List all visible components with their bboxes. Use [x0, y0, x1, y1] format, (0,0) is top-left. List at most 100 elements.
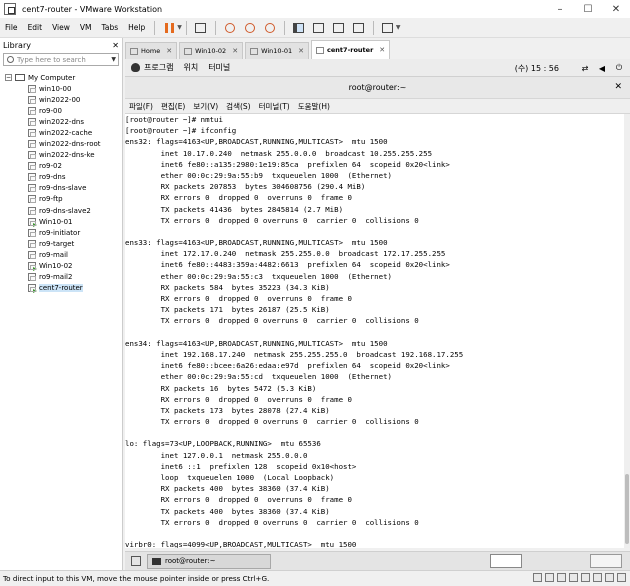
menu-view[interactable]: View	[47, 23, 75, 32]
unity-button[interactable]	[351, 20, 367, 36]
collapse-icon[interactable]: −	[5, 74, 12, 81]
status-message: To direct input to this VM, move the mou…	[3, 574, 270, 583]
snapshot-button[interactable]	[222, 20, 238, 36]
terminal-menu-terminal[interactable]: 터미널(T)	[255, 101, 294, 112]
tree-item[interactable]: ro9-00	[0, 105, 122, 116]
terminal-menu-view[interactable]: 보기(V)	[189, 101, 222, 112]
pause-button[interactable]	[161, 20, 177, 36]
close-icon[interactable]: ✕	[112, 41, 119, 50]
tree-item[interactable]: ro9-ftp	[0, 194, 122, 205]
close-icon[interactable]: ✕	[166, 47, 172, 55]
cd-rom-icon[interactable]	[545, 573, 554, 582]
unity-icon	[353, 22, 365, 33]
hard-disk-icon[interactable]	[533, 573, 542, 582]
usb-icon[interactable]	[593, 573, 602, 582]
tree-item[interactable]: ro9-dns-slave2	[0, 205, 122, 216]
tab-win10-01[interactable]: Win10-01 ✕	[245, 42, 310, 59]
snapshot-manager-button[interactable]	[262, 20, 278, 36]
pause-dropdown-icon[interactable]: ▼	[177, 24, 182, 31]
close-button[interactable]: ✕	[602, 0, 630, 18]
maximize-button[interactable]: ☐	[574, 0, 602, 18]
tree-item[interactable]: ro9-mail	[0, 249, 122, 260]
terminal-menu-search[interactable]: 검색(S)	[222, 101, 254, 112]
fullscreen-button[interactable]	[331, 20, 347, 36]
close-icon[interactable]: ✕	[232, 47, 238, 55]
tree-item[interactable]: ro9-dns-slave	[0, 183, 122, 194]
vm-icon	[28, 206, 36, 215]
close-icon[interactable]: ✕	[379, 46, 385, 54]
network-icon[interactable]: ⇄	[580, 63, 590, 73]
menu-tabs[interactable]: Tabs	[97, 23, 124, 32]
minimize-button[interactable]: –	[546, 0, 574, 18]
console-icon	[382, 22, 394, 33]
tree-item[interactable]: ro9-mail2	[0, 272, 122, 283]
clock[interactable]: (수) 15 : 56	[515, 63, 559, 74]
library-search-input[interactable]: Type here to search ▼	[3, 53, 119, 66]
terminal-output[interactable]: [root@router ~]# nmtui [root@router ~]# i…	[125, 114, 624, 548]
revert-snapshot-button[interactable]	[242, 20, 258, 36]
vm-icon	[28, 140, 36, 149]
tree-item[interactable]: ro9-target	[0, 238, 122, 249]
show-desktop-icon[interactable]	[131, 556, 141, 566]
tree-item[interactable]: win10-00	[0, 83, 122, 94]
tree-item-running[interactable]: Win10-01	[0, 216, 122, 227]
terminal-line: virbr0: flags=4099<UP,BROADCAST,MULTICAS…	[125, 540, 357, 548]
scrollbar-thumb[interactable]	[625, 474, 629, 544]
terminal-menu[interactable]: 터미널	[208, 62, 230, 73]
workspace-1[interactable]	[490, 554, 522, 568]
tree-item-selected[interactable]: cent7-router	[0, 283, 122, 294]
taskbar-terminal-item[interactable]: root@router:~	[147, 553, 271, 569]
terminal-line: TX packets 400 bytes 38360 (37.4 KiB)	[125, 506, 330, 516]
tab-cent7-router[interactable]: cent7-router ✕	[311, 40, 391, 59]
tree-item-running[interactable]: Win10-02	[0, 261, 122, 272]
search-dropdown-icon[interactable]: ▼	[111, 56, 116, 63]
tree-root-my-computer[interactable]: − My Computer	[0, 72, 122, 83]
tree-item[interactable]: ro9-dns	[0, 172, 122, 183]
vm-icon	[28, 184, 36, 193]
vmware-window: cent7-router - VMware Workstation – ☐ ✕ …	[0, 0, 630, 586]
close-icon[interactable]: ✕	[298, 47, 304, 55]
terminal-line: [root@router ~]# ifconfig	[125, 126, 237, 136]
console-dropdown-icon[interactable]: ▼	[396, 24, 401, 31]
menu-edit[interactable]: Edit	[23, 23, 48, 32]
terminal-scrollbar[interactable]	[624, 114, 630, 548]
snapshot-manager-icon	[264, 22, 275, 33]
menu-vm[interactable]: VM	[75, 23, 97, 32]
guest-taskbar: root@router:~	[125, 551, 630, 570]
menu-file[interactable]: File	[0, 23, 23, 32]
tree-item[interactable]: win2022-dns	[0, 116, 122, 127]
show-library-button[interactable]	[291, 20, 307, 36]
tab-home[interactable]: Home ✕	[125, 42, 178, 59]
sound-icon[interactable]	[605, 573, 614, 582]
terminal-menu-edit[interactable]: 편집(E)	[157, 101, 189, 112]
tree-item[interactable]: ro9-02	[0, 161, 122, 172]
network-adapter-icon[interactable]	[581, 573, 590, 582]
tab-win10-02[interactable]: Win10-02 ✕	[179, 42, 244, 59]
display-icon[interactable]	[617, 573, 626, 582]
send-ctrl-alt-del-button[interactable]	[193, 20, 209, 36]
terminal-line: ether 00:0c:29:9a:55:c3 txqueuelen 1000 …	[125, 271, 392, 281]
terminal-menubar: 파일(F) 편집(E) 보기(V) 검색(S) 터미널(T) 도움말(H)	[125, 99, 630, 114]
tree-item[interactable]: win2022-cache	[0, 127, 122, 138]
network-adapter-icon[interactable]	[569, 573, 578, 582]
toolbar-separator	[154, 20, 156, 35]
volume-icon[interactable]: ◀	[597, 63, 607, 73]
thumbnail-bar-button[interactable]	[311, 20, 327, 36]
terminal-menu-help[interactable]: 도움말(H)	[294, 101, 334, 112]
workspace-2[interactable]	[590, 554, 622, 568]
tree-item[interactable]: win2022-dns-root	[0, 138, 122, 149]
network-adapter-icon[interactable]	[557, 573, 566, 582]
tree-item[interactable]: win2022-00	[0, 94, 122, 105]
close-icon[interactable]: ✕	[614, 82, 622, 92]
applications-menu[interactable]: 프로그램	[131, 62, 173, 73]
tree-item[interactable]: win2022-dns-ke	[0, 150, 122, 161]
power-icon[interactable]: ⏻	[614, 63, 624, 73]
places-menu[interactable]: 위치	[183, 62, 198, 73]
terminal-menu-file[interactable]: 파일(F)	[125, 101, 157, 112]
snapshot-icon	[224, 22, 235, 33]
tree-item[interactable]: ro9-initiator	[0, 227, 122, 238]
menu-help[interactable]: Help	[123, 23, 150, 32]
console-view-button[interactable]	[380, 20, 396, 36]
